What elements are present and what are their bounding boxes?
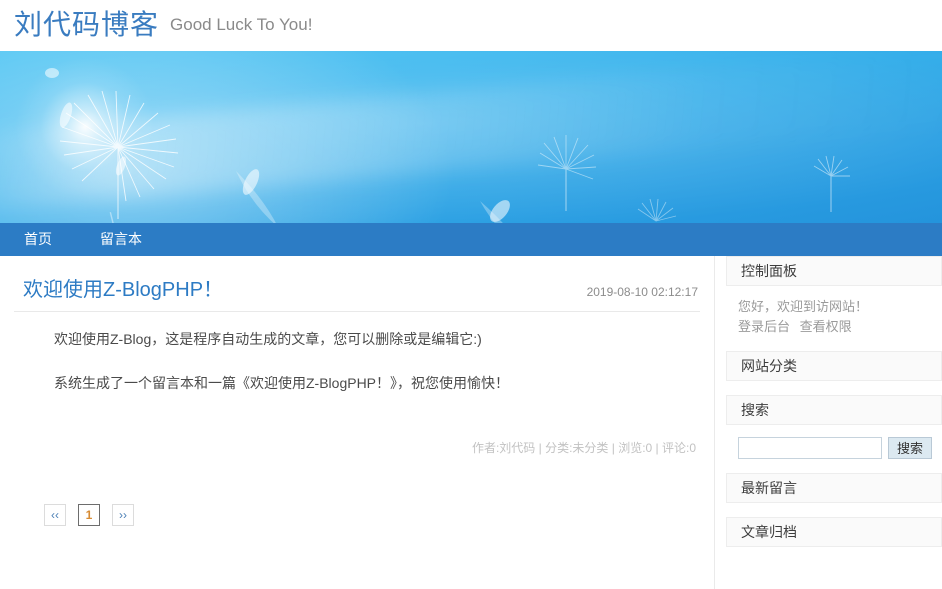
pagination: ‹‹ 1 ›› bbox=[14, 456, 700, 526]
site-title[interactable]: 刘代码博客 bbox=[14, 10, 159, 39]
article-post: 欢迎使用Z-BlogPHP！ 2019-08-10 02:12:17 欢迎使用Z… bbox=[14, 256, 700, 456]
banner-image bbox=[0, 49, 942, 223]
panel-title: 搜索 bbox=[741, 402, 769, 419]
panel-control-panel: 控制面板 您好，欢迎到访网站！ 登录后台 查看权限 bbox=[726, 256, 942, 337]
panel-control-panel-body: 您好，欢迎到访网站！ 登录后台 查看权限 bbox=[726, 286, 942, 337]
nav-item-guestbook[interactable]: 留言本 bbox=[100, 223, 142, 256]
article-paragraph: 欢迎使用Z-Blog，这是程序自动生成的文章，您可以删除或是编辑它:) bbox=[54, 331, 482, 347]
site-header: 刘代码博客 Good Luck To You! bbox=[0, 0, 942, 49]
article-title-link[interactable]: 欢迎使用Z-BlogPHP！ bbox=[14, 278, 223, 302]
panel-title: 控制面板 bbox=[741, 263, 797, 279]
panel-categories: 网站分类 bbox=[726, 351, 942, 382]
panel-archives: 文章归档 bbox=[726, 517, 942, 548]
panel-categories-header: 网站分类 bbox=[726, 351, 942, 382]
login-admin-link[interactable]: 登录后台 bbox=[738, 319, 790, 334]
panel-title: 文章归档 bbox=[741, 524, 797, 541]
search-input[interactable] bbox=[738, 437, 882, 460]
search-form: 搜索 bbox=[726, 425, 942, 460]
banner-glow bbox=[9, 51, 160, 202]
control-panel-links: 登录后台 查看权限 bbox=[738, 317, 942, 337]
panel-search: 搜索 搜索 bbox=[726, 395, 942, 460]
panel-latest-comments-header: 最新留言 bbox=[726, 473, 942, 504]
pagination-prev-button[interactable]: ‹‹ bbox=[44, 503, 66, 526]
dandelion-seeds-icon bbox=[45, 68, 850, 223]
article-date: 2019-08-10 02:12:17 bbox=[586, 285, 698, 299]
search-button[interactable]: 搜索 bbox=[888, 437, 933, 460]
panel-archives-header: 文章归档 bbox=[726, 517, 942, 548]
panel-search-header: 搜索 bbox=[726, 395, 942, 426]
greeting-text: 您好，欢迎到访网站！ bbox=[738, 299, 869, 314]
site-subtitle: Good Luck To You! bbox=[170, 15, 313, 34]
panel-control-panel-header: 控制面板 bbox=[726, 256, 942, 286]
view-permissions-link[interactable]: 查看权限 bbox=[800, 319, 852, 334]
panel-latest-comments: 最新留言 bbox=[726, 473, 942, 504]
article-header: 欢迎使用Z-BlogPHP！ 2019-08-10 02:12:17 bbox=[14, 278, 700, 312]
sidebar: 控制面板 您好，欢迎到访网站！ 登录后台 查看权限 网站分类 搜索 搜索 最新留… bbox=[714, 256, 942, 589]
article-meta: 作者:刘代码 | 分类:未分类 | 浏览:0 | 评论:0 bbox=[471, 440, 696, 455]
banner-light-streak bbox=[0, 51, 942, 214]
main-navigation: 首页 留言本 bbox=[0, 223, 942, 256]
pagination-page-1[interactable]: 1 bbox=[78, 503, 100, 526]
panel-title: 最新留言 bbox=[741, 480, 797, 497]
nav-item-home[interactable]: 首页 bbox=[24, 223, 52, 256]
panel-title: 网站分类 bbox=[741, 358, 797, 375]
page-body: 欢迎使用Z-BlogPHP！ 2019-08-10 02:12:17 欢迎使用Z… bbox=[0, 256, 942, 589]
pagination-next-button[interactable]: ›› bbox=[112, 503, 134, 526]
article-paragraph: 系统生成了一个留言本和一篇《欢迎使用Z-BlogPHP！》，祝您使用愉快！ bbox=[54, 375, 510, 392]
article-body: 欢迎使用Z-Blog，这是程序自动生成的文章，您可以删除或是编辑它:) 系统生成… bbox=[14, 312, 700, 395]
main-content: 欢迎使用Z-BlogPHP！ 2019-08-10 02:12:17 欢迎使用Z… bbox=[0, 256, 714, 589]
